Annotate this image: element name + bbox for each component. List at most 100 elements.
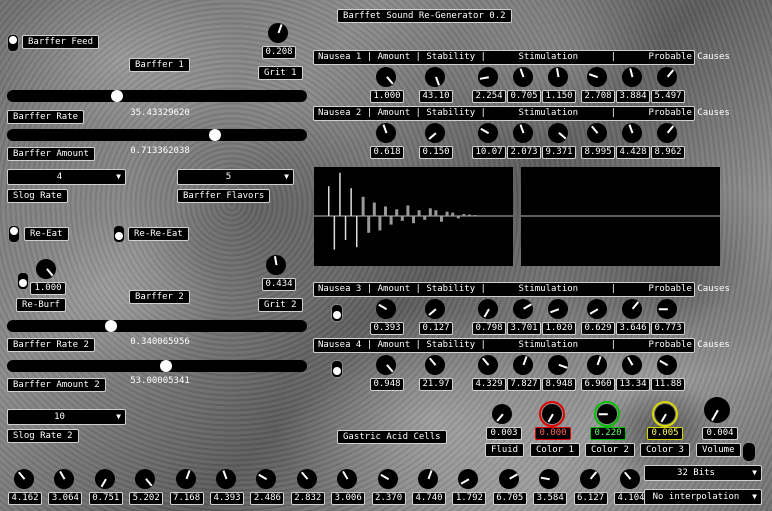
bottom-knob-value-1: 4.162 xyxy=(8,492,42,505)
bit-depth-dropdown[interactable]: 32 Bits ▼ xyxy=(644,465,762,481)
nausea-1-knob-2[interactable] xyxy=(425,67,445,87)
nausea-1-knob-1[interactable] xyxy=(376,67,396,87)
nausea-2-knob-3[interactable] xyxy=(478,123,498,143)
interpolation-dropdown[interactable]: No interpolation ▼ xyxy=(644,489,762,505)
bottom-knob-15[interactable] xyxy=(579,469,600,489)
bottom-knob-value-11: 4.740 xyxy=(412,492,446,505)
bottom-knob-11[interactable] xyxy=(418,469,438,489)
bottom-knob-3[interactable] xyxy=(94,469,115,489)
nausea-2-knob-6[interactable] xyxy=(587,123,607,143)
barffer-amount-slider[interactable] xyxy=(7,129,307,141)
barffer-feed-toggle[interactable] xyxy=(7,34,19,52)
barffer-rate-2-label: Barffer Rate 2 xyxy=(7,338,95,352)
nausea-1-knob-4[interactable] xyxy=(513,67,533,87)
color-1-knob[interactable] xyxy=(542,404,562,424)
nausea-1-knob-3[interactable] xyxy=(478,67,498,87)
knob-pointer xyxy=(658,308,668,310)
nausea-3-knob-2[interactable] xyxy=(425,299,445,319)
nausea-1-knob-5[interactable] xyxy=(548,67,568,87)
nausea-2-knob-5[interactable] xyxy=(548,123,568,143)
re-eat-label: Re-Eat xyxy=(24,227,69,241)
nausea-1-knob-6[interactable] xyxy=(587,67,607,87)
nausea-4-knob-3[interactable] xyxy=(478,355,498,375)
nausea-3-knob-4[interactable] xyxy=(513,299,533,319)
nausea-2-knob-7[interactable] xyxy=(622,123,642,143)
nausea-3-knob-8[interactable] xyxy=(657,299,677,319)
bottom-knob-value-10: 2.370 xyxy=(371,492,406,505)
waveform-svg xyxy=(314,172,513,250)
color-3-knob[interactable] xyxy=(655,404,675,424)
grit-1-knob[interactable] xyxy=(268,23,288,43)
barffer-amount-label: Barffer Amount xyxy=(7,147,95,161)
nausea-2-knob-4[interactable] xyxy=(513,123,533,143)
knob-pointer xyxy=(59,470,66,480)
nausea-4-value-7: 13.34 xyxy=(616,378,650,391)
nausea-1-knob-7[interactable] xyxy=(622,67,642,87)
re-burf-toggle[interactable] xyxy=(17,272,29,290)
nausea-2-header: Nausea 2 | Amount | Stability | Stimulat… xyxy=(313,106,730,121)
scope-bar xyxy=(350,188,352,216)
nausea-4-toggle[interactable] xyxy=(331,360,343,378)
knob-pointer xyxy=(558,364,568,369)
knob-pointer xyxy=(540,476,551,480)
bottom-knob-value-12: 1.792 xyxy=(452,492,487,505)
nausea-2-knob-2[interactable] xyxy=(425,123,445,143)
bottom-knob-10[interactable] xyxy=(377,469,398,489)
slog-rate-2-dropdown[interactable]: 10 ▼ xyxy=(7,409,126,425)
bottom-knob-1[interactable] xyxy=(14,469,34,489)
waveform-scope xyxy=(314,167,513,266)
nausea-4-knob-6[interactable] xyxy=(587,355,607,375)
bottom-knob-5[interactable] xyxy=(175,469,196,489)
nausea-4-knob-8[interactable] xyxy=(657,355,677,375)
nausea-4-knob-1[interactable] xyxy=(376,355,396,375)
scope-bar xyxy=(378,216,382,231)
nausea-4-knob-5[interactable] xyxy=(548,355,568,375)
scope-bar xyxy=(434,210,438,216)
color-1-label: Color 1 xyxy=(530,443,580,457)
nausea-3-knob-5[interactable] xyxy=(548,299,568,319)
barffer-flavors-label: Barffer Flavors xyxy=(177,189,271,203)
knob-pointer xyxy=(627,356,634,366)
nausea-3-knob-3[interactable] xyxy=(478,299,498,319)
nausea-3-knob-7[interactable] xyxy=(622,299,642,319)
grit-2-knob[interactable] xyxy=(266,255,286,275)
barffer-rate-2-slider[interactable] xyxy=(7,320,307,332)
barffer-flavors-dropdown[interactable]: 5 ▼ xyxy=(177,169,294,185)
knob-pointer xyxy=(550,308,560,313)
nausea-2-knob-1[interactable] xyxy=(376,123,396,143)
barffer-rate-slider[interactable] xyxy=(7,90,307,102)
nausea-3-knob-6[interactable] xyxy=(587,299,607,319)
bottom-knob-6[interactable] xyxy=(216,469,236,489)
output-scope-svg xyxy=(521,215,720,217)
bottom-knob-value-2: 3.064 xyxy=(48,492,83,505)
nausea-4-value-4: 7.827 xyxy=(507,378,541,391)
interpolation-value: No interpolation xyxy=(652,492,740,502)
slog-rate-dropdown[interactable]: 4 ▼ xyxy=(7,169,126,185)
scope-bar xyxy=(456,216,460,219)
volume-toggle[interactable] xyxy=(742,442,756,462)
nausea-3-toggle[interactable] xyxy=(331,304,343,322)
barffer-amount-2-slider[interactable] xyxy=(7,360,307,372)
bottom-knob-13[interactable] xyxy=(498,469,519,489)
nausea-1-value-1: 1.000 xyxy=(370,90,404,103)
slog-rate-label: Slog Rate xyxy=(7,189,68,203)
bottom-knob-16[interactable] xyxy=(620,469,640,489)
re-eat-toggle[interactable] xyxy=(8,225,20,243)
volume-knob[interactable] xyxy=(704,397,730,423)
nausea-1-knob-8[interactable] xyxy=(657,67,677,87)
knob-pointer xyxy=(482,357,490,366)
fluid-value: 0.003 xyxy=(486,427,522,440)
nausea-3-knob-1[interactable] xyxy=(376,299,396,319)
chevron-down-icon: ▼ xyxy=(116,172,121,181)
color-2-knob[interactable] xyxy=(597,404,617,424)
bottom-knob-8[interactable] xyxy=(296,469,317,489)
nausea-4-knob-4[interactable] xyxy=(513,355,533,375)
re-re-eat-toggle[interactable] xyxy=(113,225,125,243)
nausea-4-knob-2[interactable] xyxy=(425,355,445,375)
fluid-knob[interactable] xyxy=(492,404,512,424)
nausea-1-value-3: 2.254 xyxy=(472,90,506,103)
nausea-2-knob-8[interactable] xyxy=(657,123,677,143)
re-burf-knob[interactable] xyxy=(36,259,56,279)
scope-bar xyxy=(451,212,455,216)
nausea-4-knob-7[interactable] xyxy=(622,355,642,375)
